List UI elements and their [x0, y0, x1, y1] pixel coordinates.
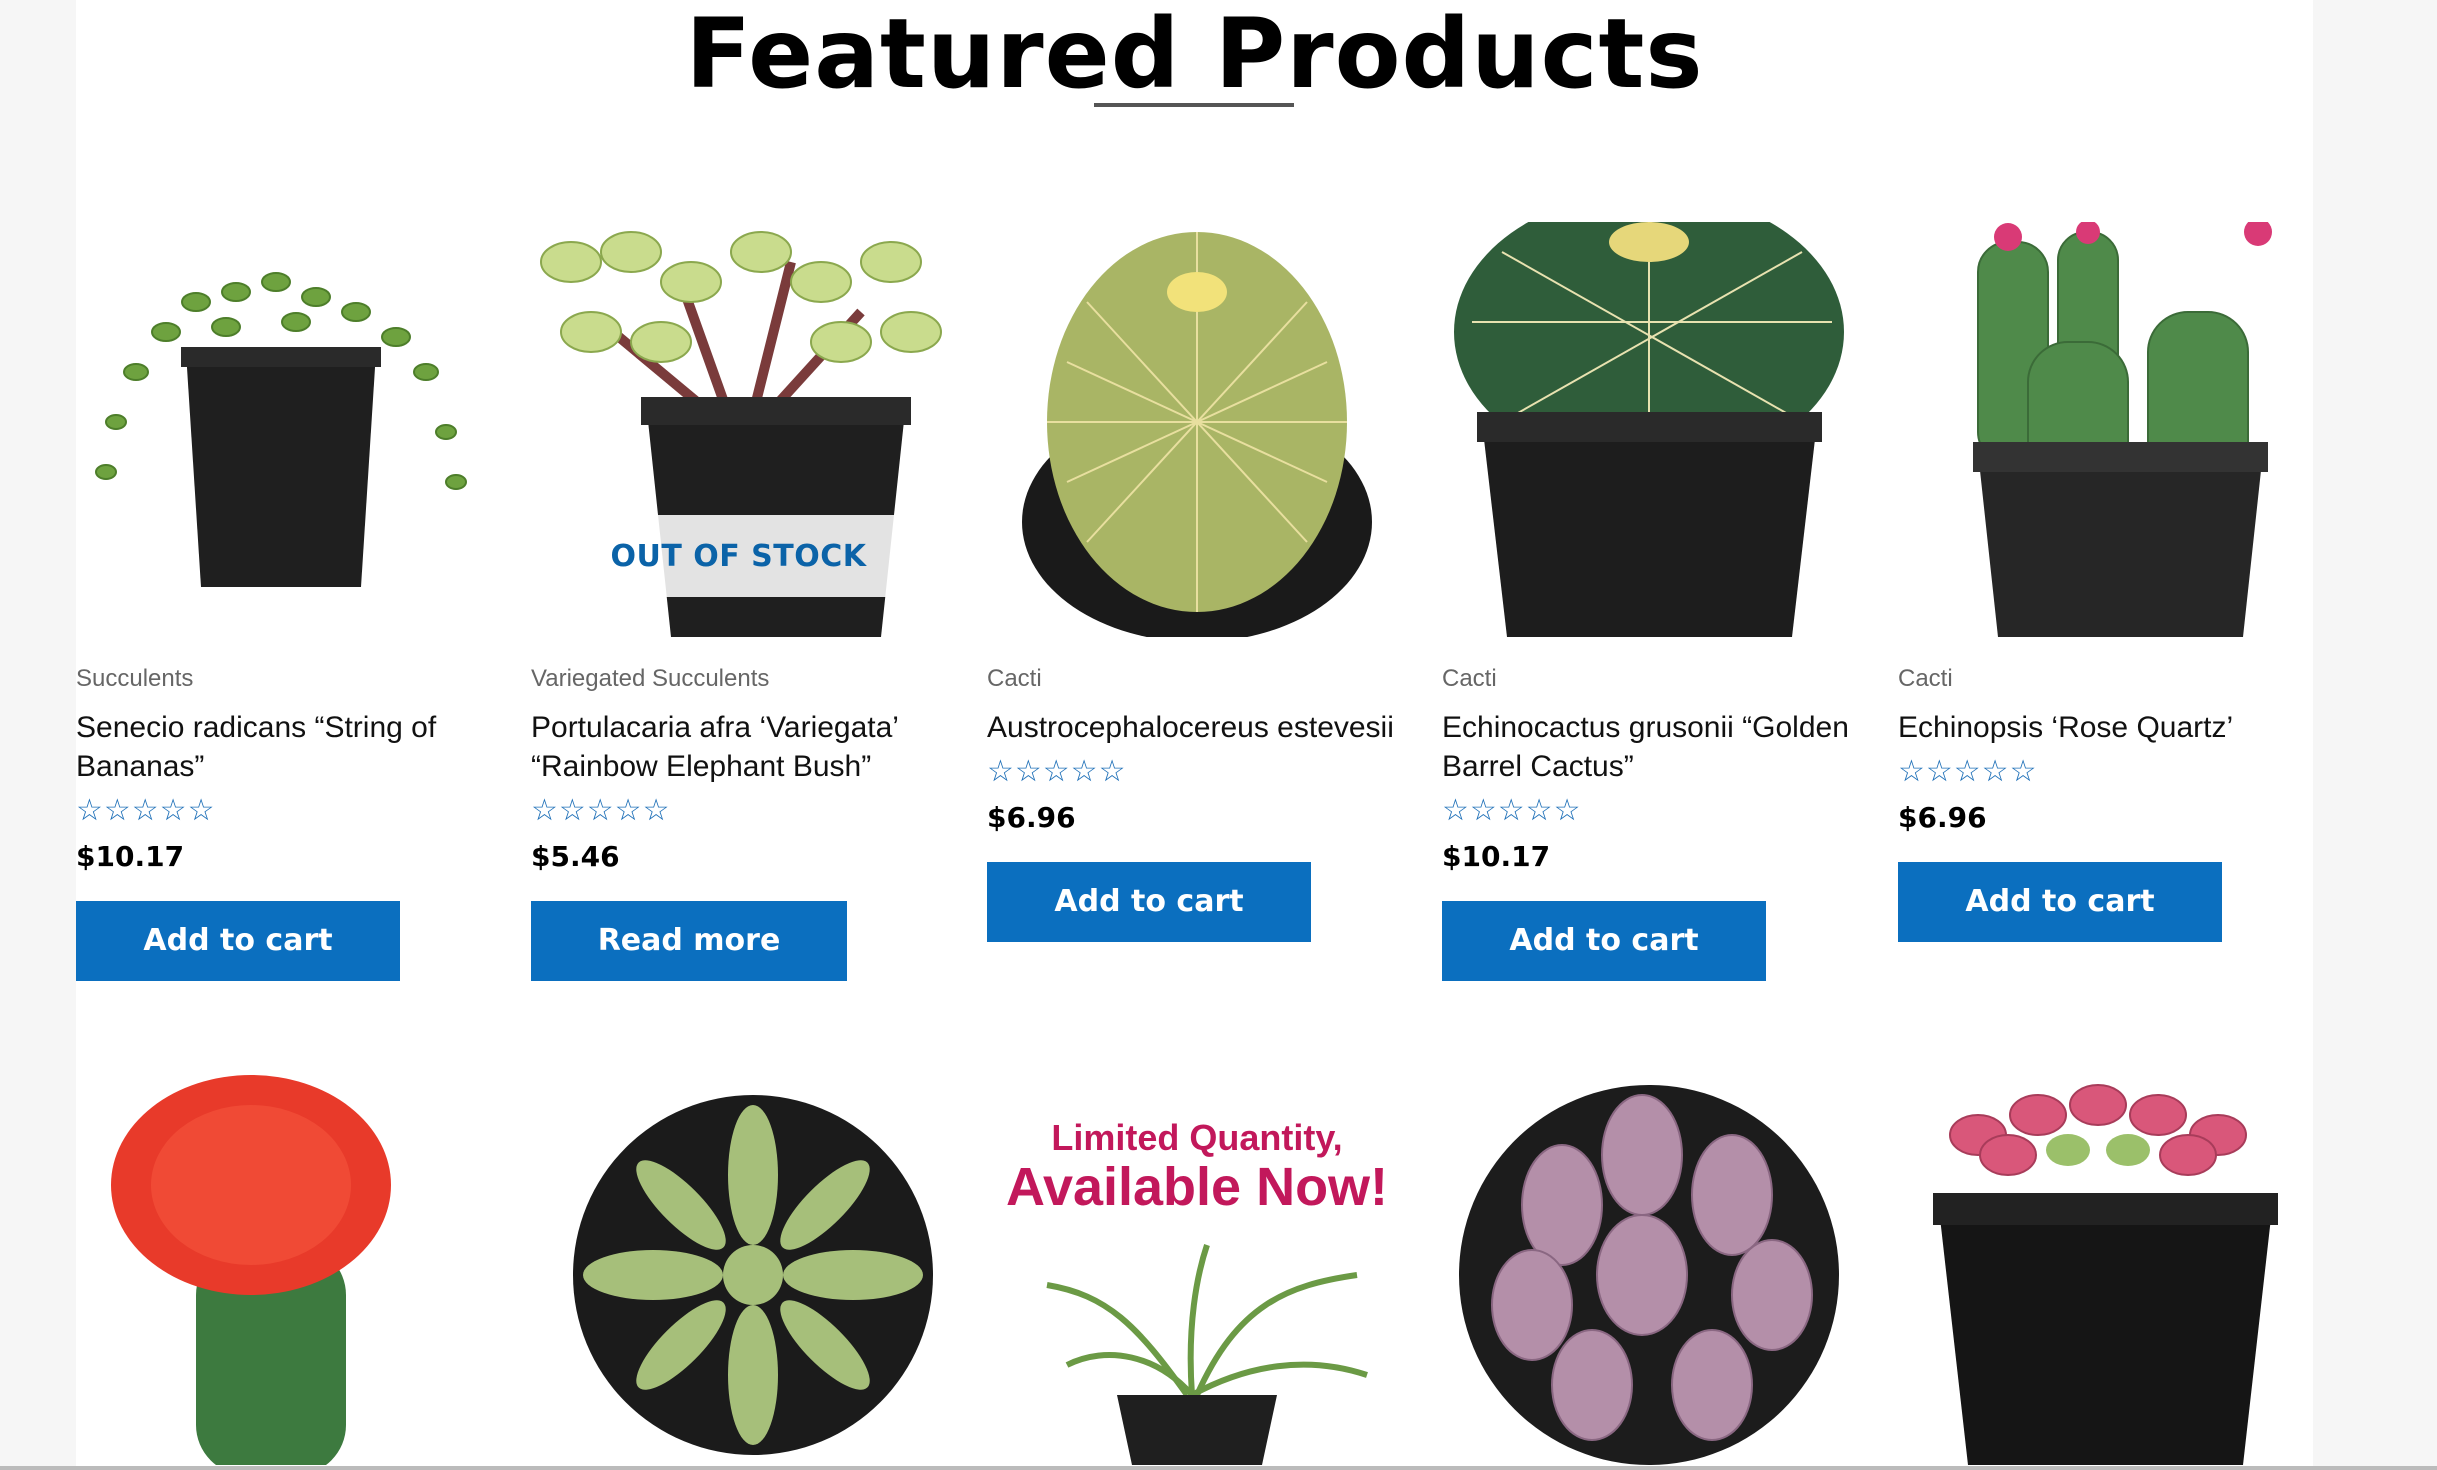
- product-category[interactable]: Cacti: [1442, 665, 1857, 694]
- add-to-cart-button[interactable]: Add to cart: [76, 900, 400, 981]
- promo-text-line1: Limited Quantity,: [1051, 1117, 1342, 1158]
- golden-spine-cactus-icon: [1022, 232, 1372, 637]
- product-image[interactable]: [1442, 222, 1857, 637]
- product-image[interactable]: Limited Quantity, Available Now!: [987, 1075, 1402, 1465]
- product-price: $6.96: [987, 800, 1076, 834]
- read-more-button[interactable]: Read more: [531, 900, 847, 981]
- product-name[interactable]: Austrocephalocereus estevesii: [987, 708, 1402, 747]
- product-category[interactable]: Variegated Succulents: [531, 665, 946, 694]
- bottom-divider: [0, 1466, 2437, 1470]
- product-image[interactable]: [1898, 1075, 2313, 1465]
- product-price: $10.17: [76, 839, 185, 873]
- product-card: Limited Quantity, Available Now!: [987, 1075, 1402, 1465]
- product-card: Cacti Echinopsis ‘Rose Quartz’ ☆☆☆☆☆ $6.…: [1898, 222, 2313, 942]
- product-card: [1898, 1075, 2313, 1465]
- string-of-bananas-plant-icon: [95, 272, 467, 587]
- pink-sedum-icon: [1933, 1084, 2278, 1465]
- product-image[interactable]: [987, 222, 1402, 637]
- rating-stars-icon: ☆☆☆☆☆: [1442, 792, 1582, 828]
- red-moon-cactus-icon: [111, 1075, 391, 1465]
- product-image[interactable]: [1442, 1075, 1857, 1465]
- promo-text-line2: Available Now!: [1006, 1157, 1388, 1217]
- product-category[interactable]: Cacti: [987, 665, 1402, 694]
- page: Featured Products Succulents Senecio rad…: [76, 0, 2313, 1470]
- product-name[interactable]: Portulacaria afra ‘Variegata’ “Rainbow E…: [531, 708, 946, 786]
- product-price: $6.96: [1898, 800, 1987, 834]
- pink-pachyphytum-icon: [1459, 1085, 1839, 1465]
- product-card: Succulents Senecio radicans “String of B…: [76, 222, 491, 981]
- product-name[interactable]: Senecio radicans “String of Bananas”: [76, 708, 491, 786]
- product-card: [1442, 1075, 1857, 1465]
- product-price: $5.46: [531, 839, 620, 873]
- add-to-cart-button[interactable]: Add to cart: [1442, 900, 1766, 981]
- product-name[interactable]: Echinopsis ‘Rose Quartz’: [1898, 708, 2313, 747]
- euphorbia-star-icon: [573, 1095, 933, 1455]
- product-category[interactable]: Succulents: [76, 665, 491, 694]
- rating-stars-icon: ☆☆☆☆☆: [531, 792, 671, 828]
- product-image[interactable]: OUT OF STOCK: [531, 222, 946, 637]
- product-card: [76, 1075, 491, 1465]
- rating-stars-icon: ☆☆☆☆☆: [76, 792, 216, 828]
- rose-quartz-cactus-icon: [1973, 222, 2272, 637]
- product-image[interactable]: [1898, 222, 2313, 637]
- product-card: Cacti Austrocephalocereus estevesii ☆☆☆☆…: [987, 222, 1402, 942]
- product-image[interactable]: [531, 1075, 946, 1465]
- rating-stars-icon: ☆☆☆☆☆: [987, 753, 1127, 789]
- product-grid: Succulents Senecio radicans “String of B…: [76, 0, 2313, 1470]
- product-card: OUT OF STOCK Variegated Succulents Portu…: [531, 222, 946, 981]
- dolphin-succulent-icon: Limited Quantity, Available Now!: [1006, 1117, 1388, 1465]
- product-card: Cacti Echinocactus grusonii “Golden Barr…: [1442, 222, 1857, 981]
- product-price: $10.17: [1442, 839, 1551, 873]
- out-of-stock-badge: OUT OF STOCK: [531, 515, 946, 597]
- golden-barrel-cactus-icon: [1454, 222, 1844, 637]
- rating-stars-icon: ☆☆☆☆☆: [1898, 753, 2038, 789]
- product-card: [531, 1075, 946, 1465]
- product-category[interactable]: Cacti: [1898, 665, 2313, 694]
- add-to-cart-button[interactable]: Add to cart: [987, 861, 1311, 942]
- product-image[interactable]: [76, 222, 491, 637]
- product-name[interactable]: Echinocactus grusonii “Golden Barrel Cac…: [1442, 708, 1857, 786]
- add-to-cart-button[interactable]: Add to cart: [1898, 861, 2222, 942]
- product-image[interactable]: [76, 1075, 491, 1465]
